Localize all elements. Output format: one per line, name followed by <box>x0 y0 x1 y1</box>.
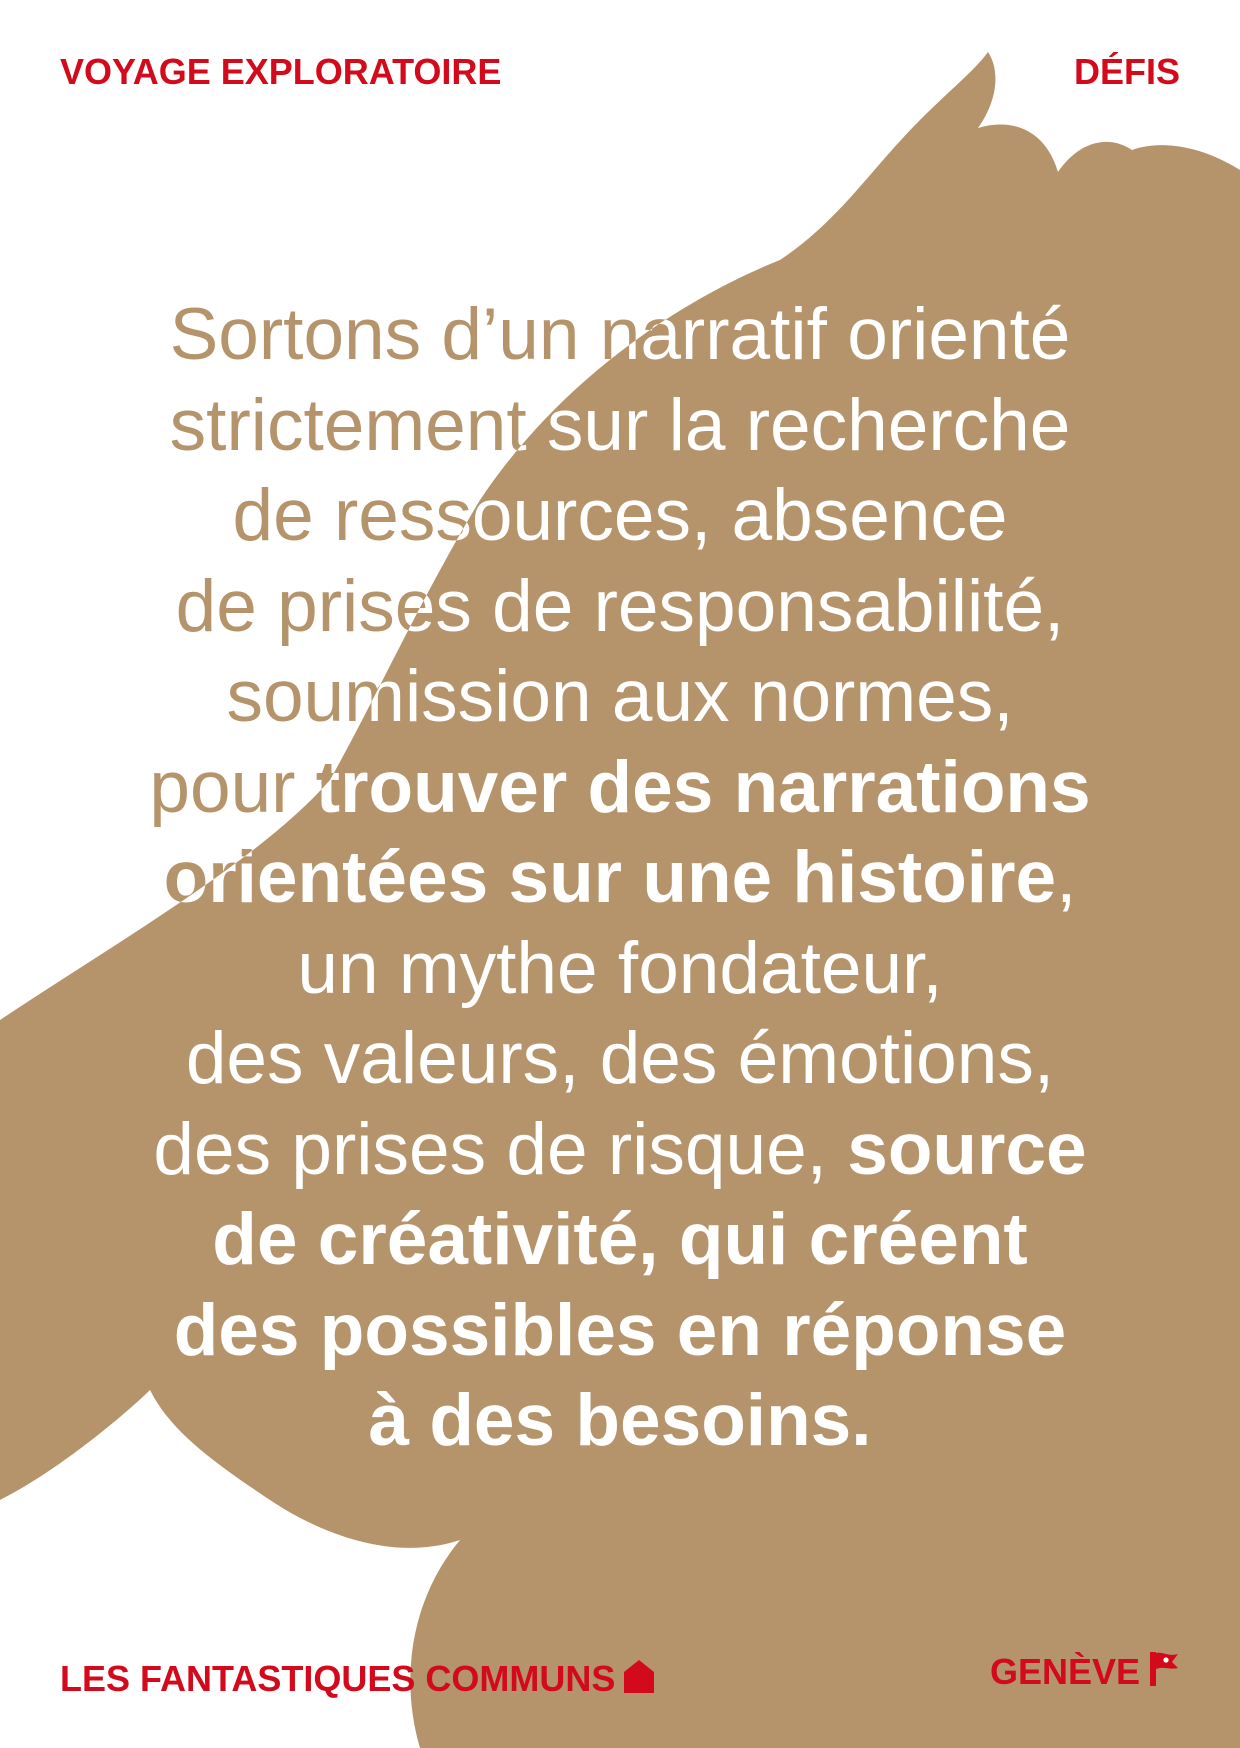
statement-segment-bold: trouver des narrations <box>315 746 1091 828</box>
statement-segment: un mythe fondateur, <box>297 927 943 1009</box>
statement-line: des possibles en réponse <box>60 1286 1180 1377</box>
statement-segment-bold: des possibles en réponse <box>173 1289 1067 1371</box>
header-left-label: VOYAGE EXPLORATOIRE <box>60 51 502 92</box>
statement-segment: des prises de risque, <box>153 1108 848 1190</box>
footer-left: LES FANTASTIQUES COMMUNS <box>60 1658 655 1700</box>
statement-segment-bold: source <box>847 1108 1087 1190</box>
statement-line: de créativité, qui créent <box>60 1195 1180 1286</box>
footer-right: GENÈVE <box>990 1650 1180 1694</box>
statement-text: Sortons d’un narratif orienté strictement… <box>0 0 1240 1748</box>
header-right-label: DÉFIS <box>1073 51 1180 92</box>
poster-page: Sortons d’un narratif orienté strictement… <box>0 0 1240 1748</box>
footer-right-label: GENÈVE <box>989 1651 1140 1692</box>
house-icon <box>623 1658 655 1700</box>
footer-left-label: LES FANTASTIQUES COMMUNS <box>60 1658 616 1699</box>
statement-segment: , <box>1056 837 1077 918</box>
statement-segment-bold: à des besoins. <box>368 1380 872 1461</box>
statement-segment-bold: orientées sur une histoire <box>163 837 1057 918</box>
statement-line: à des besoins. <box>60 1376 1180 1467</box>
statement-line: des valeurs, des émotions, <box>60 1014 1180 1105</box>
statement-line: des prises de risque, source <box>60 1105 1180 1196</box>
flag-icon <box>1148 1650 1180 1694</box>
statement-line: un mythe fondateur, <box>60 924 1180 1015</box>
statement-segment-bold: de créativité, qui créent <box>212 1199 1028 1280</box>
statement-segment: pour <box>149 746 316 828</box>
statement-segment: des valeurs, des émotions, <box>185 1018 1055 1099</box>
